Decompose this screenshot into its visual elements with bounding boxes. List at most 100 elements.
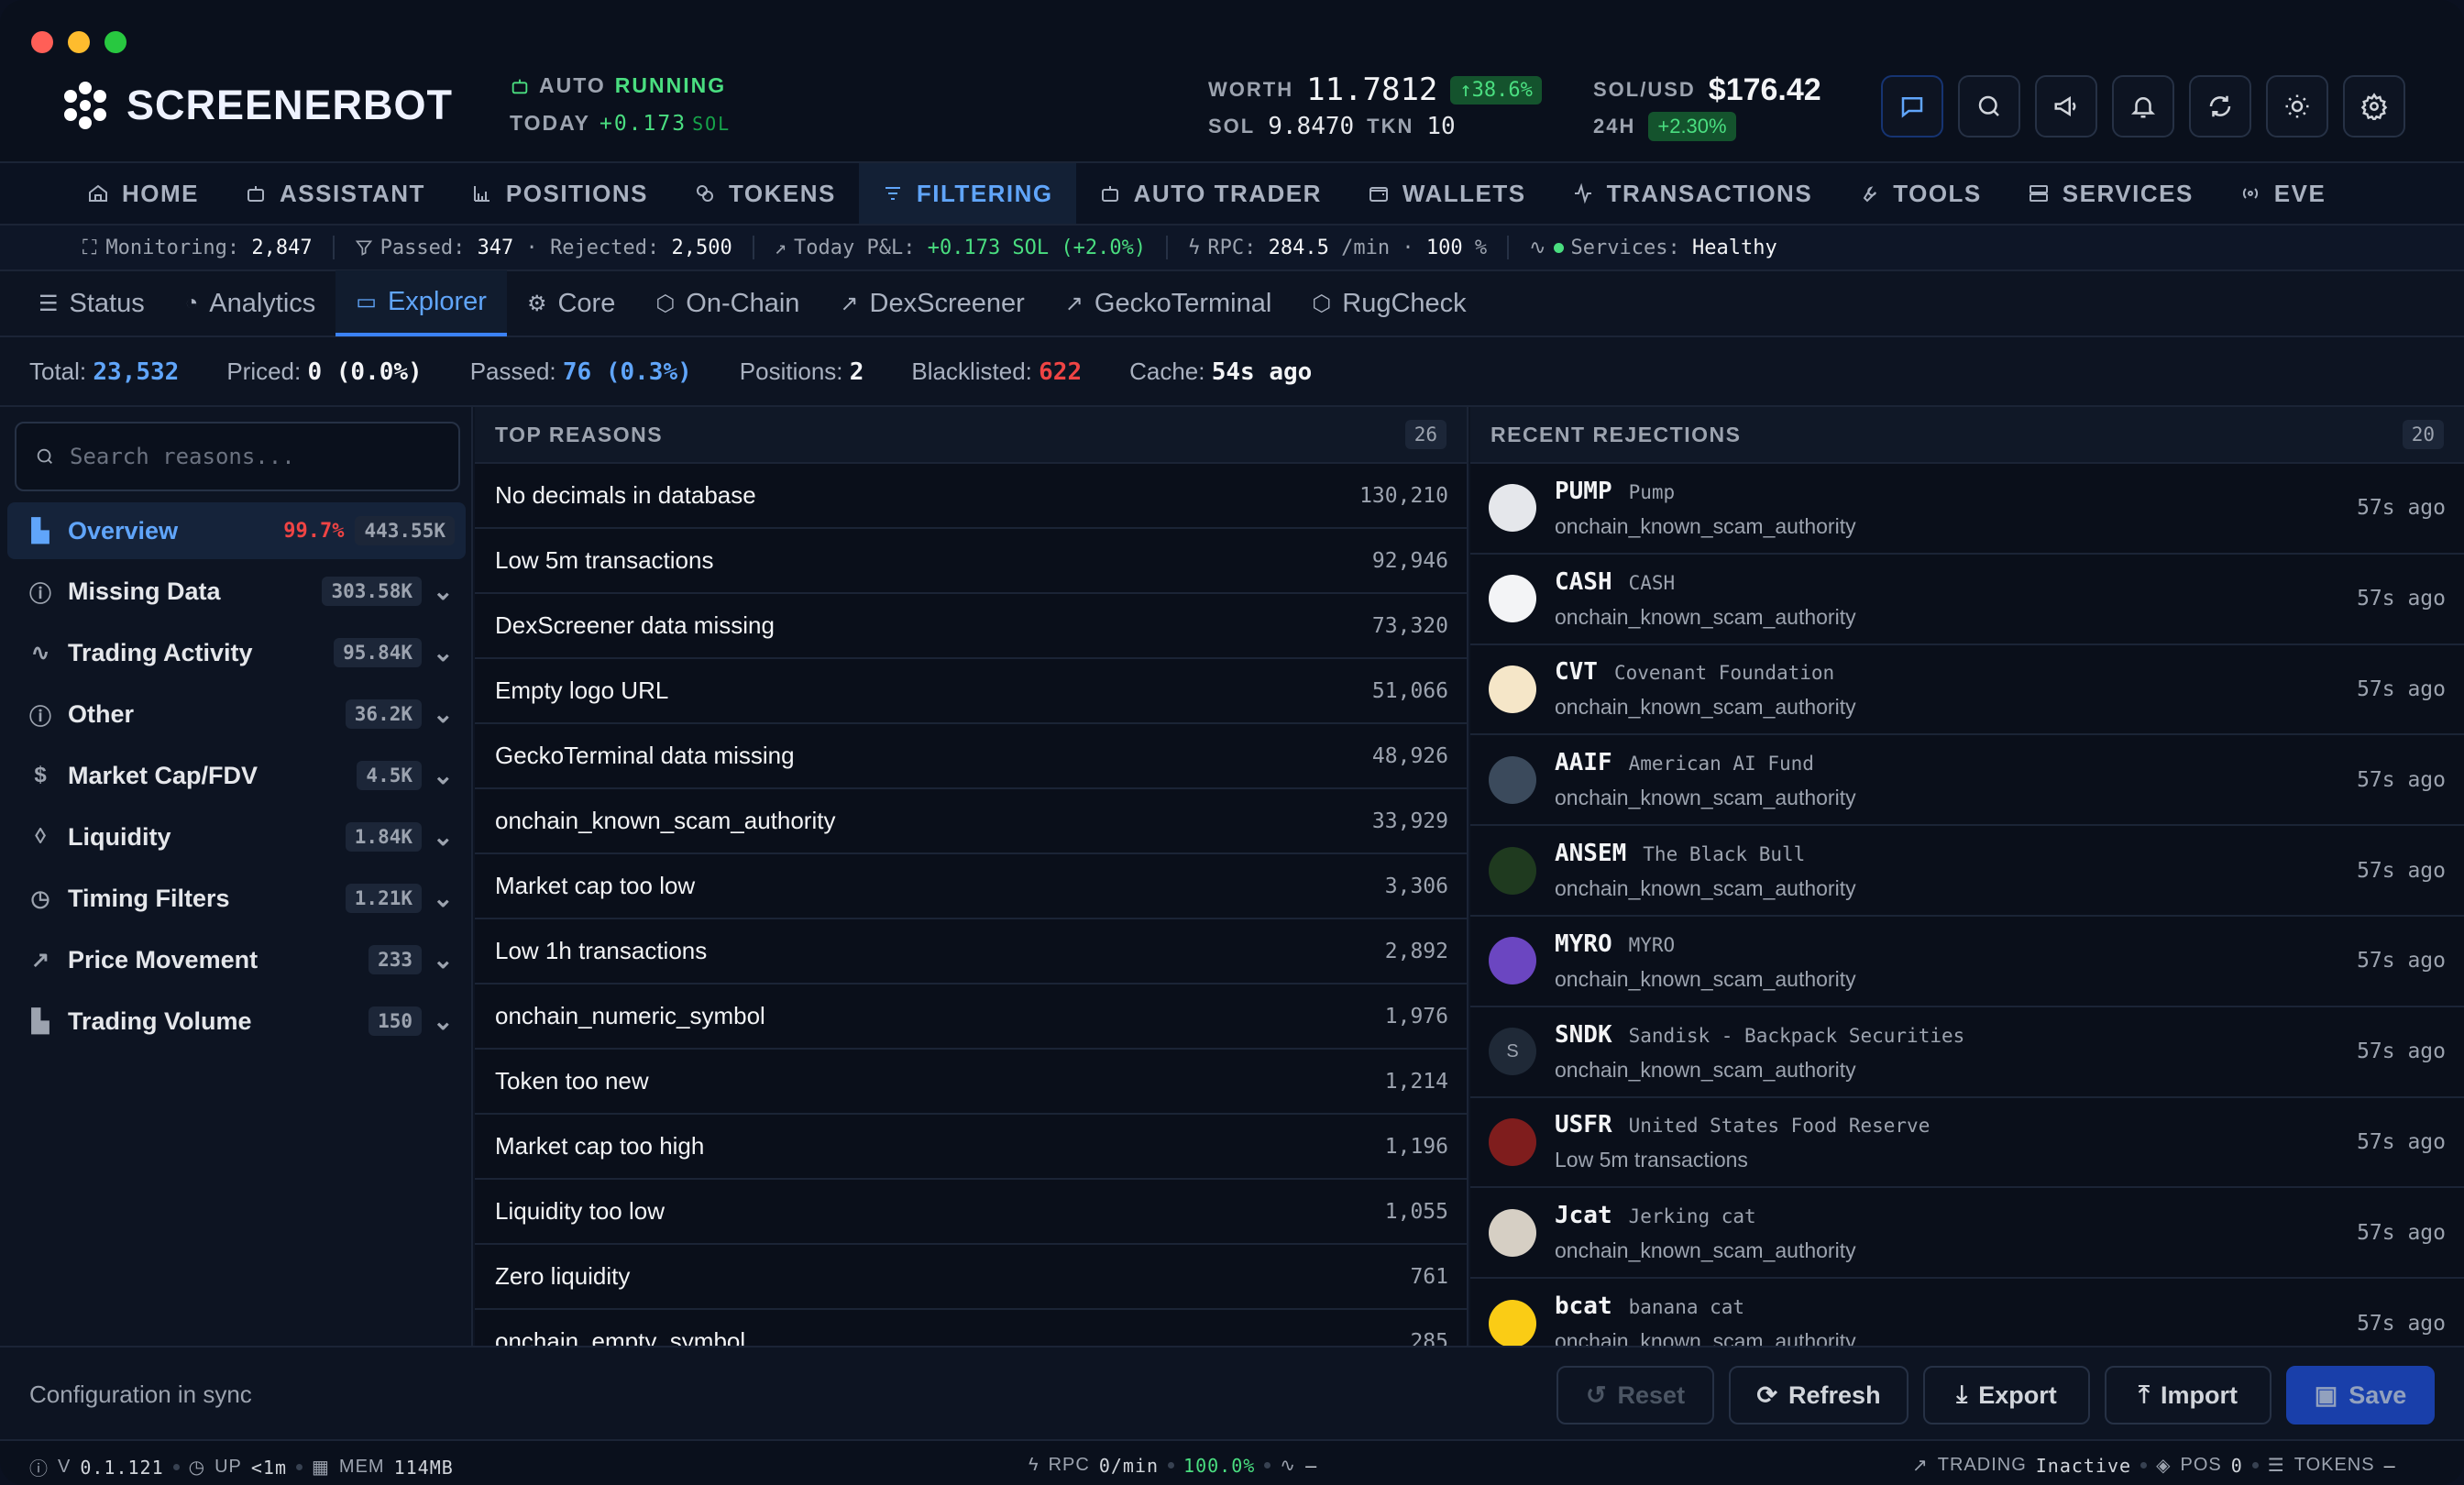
sidebar-item-other[interactable]: ⓘ Other 36.2K ⌄ (7, 686, 466, 742)
sidebar-item-overview[interactable]: ▙ Overview 99.7% 443.55K (7, 502, 466, 559)
close-window-button[interactable] (31, 31, 53, 53)
reason-name: onchain_numeric_symbol (495, 1002, 765, 1029)
subtab-geckoterminal[interactable]: ↗ GeckoTerminal (1045, 270, 1292, 336)
reason-count: 2,892 (1384, 939, 1448, 963)
assistant-button[interactable] (1881, 75, 1943, 138)
import-button[interactable]: ⤒ Import (2105, 1366, 2272, 1424)
nav-tab-eve[interactable]: EVE (2216, 163, 2349, 224)
theme-toggle-button[interactable] (2266, 75, 2328, 138)
refresh-config-button[interactable]: ⟳ Refresh (1729, 1366, 1908, 1424)
reason-count: 1,055 (1384, 1199, 1448, 1224)
table-row[interactable]: Empty logo URL 51,066 (475, 659, 1467, 724)
list-item[interactable]: S SNDK Sandisk - Backpack Securities onchai… (1470, 1006, 2464, 1098)
subtab-dexscreener[interactable]: ↗ DexScreener (820, 270, 1044, 336)
sidebar-item-trading-volume[interactable]: ▙ Trading Volume 150 ⌄ (7, 993, 466, 1050)
app-logo[interactable]: SCREENERBOT (60, 81, 453, 130)
subtab-core[interactable]: ⚙ Core (507, 270, 635, 336)
memory-icon: ▦ (312, 1458, 330, 1478)
subtab-explorer[interactable]: ▭ Explorer (336, 270, 507, 336)
table-row[interactable]: DexScreener data missing 73,320 (475, 594, 1467, 659)
nav-tab-wallets[interactable]: WALLETS (1345, 163, 1549, 224)
subtab-analytics[interactable]: ◔ Analytics (165, 270, 336, 336)
subtab-status[interactable]: ☰ Status (18, 270, 165, 336)
nav-tab-label: WALLETS (1402, 179, 1526, 207)
token-symbol: SNDK (1555, 1020, 1612, 1049)
nav-tab-tools[interactable]: TOOLS (1835, 163, 2005, 224)
tkn-value: 10 (1426, 113, 1456, 140)
reason-count: 761 (1410, 1264, 1448, 1289)
maximize-window-button[interactable] (104, 31, 126, 53)
panel-title: RECENT REJECTIONS (1490, 422, 1742, 446)
reason-search[interactable] (15, 422, 460, 491)
cache-label: Cache: (1129, 357, 1205, 385)
gear-icon: ⚙ (526, 291, 547, 316)
panel-count: 20 (2402, 420, 2444, 449)
minimize-window-button[interactable] (68, 31, 90, 53)
subtab-rugcheck[interactable]: ⬡ RugCheck (1292, 270, 1486, 336)
save-button[interactable]: ▣ Save (2286, 1366, 2435, 1424)
table-row[interactable]: Zero liquidity 761 (475, 1245, 1467, 1310)
table-row[interactable]: onchain_known_scam_authority 33,929 (475, 789, 1467, 854)
nav-tab-positions[interactable]: POSITIONS (448, 163, 671, 224)
list-item[interactable]: CVT Covenant Foundation onchain_known_scam… (1470, 644, 2464, 736)
sidebar-item-missing-data[interactable]: ⓘ Missing Data 303.58K ⌄ (7, 563, 466, 620)
table-row[interactable]: No decimals in database 130,210 (475, 464, 1467, 529)
sidebar-item-timing-filters[interactable]: ◷ Timing Filters 1.21K ⌄ (7, 870, 466, 927)
search-input[interactable] (70, 444, 436, 469)
rejection-reason: Low 5m transactions (1555, 1148, 1748, 1172)
list-item[interactable]: Jcat Jerking cat onchain_known_scam_author… (1470, 1188, 2464, 1280)
table-row[interactable]: onchain_numeric_symbol 1,976 (475, 984, 1467, 1050)
nav-tab-tokens[interactable]: TOKENS (671, 163, 859, 224)
reason-name: Empty logo URL (495, 676, 669, 704)
passed-value: 347 (477, 236, 514, 259)
table-row[interactable]: Market cap too low 3,306 (475, 854, 1467, 919)
sidebar-item-liquidity[interactable]: ◊ Liquidity 1.84K ⌄ (7, 808, 466, 865)
list-item[interactable]: AAIF American AI Fund onchain_known_scam_a… (1470, 735, 2464, 827)
nav-tab-filtering[interactable]: FILTERING (858, 163, 1076, 224)
table-row[interactable]: GeckoTerminal data missing 48,926 (475, 724, 1467, 789)
activity-icon: ∿ (30, 640, 50, 666)
rpc-label: RPC: (1207, 236, 1257, 259)
filter-icon (885, 187, 900, 200)
search-button[interactable] (1958, 75, 2020, 138)
table-row[interactable]: Low 1h transactions 2,892 (475, 919, 1467, 984)
export-button[interactable]: ⤓ Export (1923, 1366, 2090, 1424)
nav-tab-services[interactable]: SERVICES (2005, 163, 2216, 224)
trading-label: TRADING (1937, 1455, 2027, 1475)
reason-name: onchain_empty_symbol (495, 1327, 746, 1346)
list-item[interactable]: PUMP Pump onchain_known_scam_authority 57s … (1470, 464, 2464, 555)
table-row[interactable]: Liquidity too low 1,055 (475, 1180, 1467, 1245)
reason-count: 51,066 (1371, 678, 1448, 703)
nav-tab-transactions[interactable]: TRANSACTIONS (1549, 163, 1836, 224)
settings-button[interactable] (2343, 75, 2405, 138)
reset-button[interactable]: ↺ Reset (1556, 1366, 1714, 1424)
nav-tab-assistant[interactable]: ASSISTANT (222, 163, 448, 224)
coins-icon (697, 185, 713, 202)
table-row[interactable]: onchain_empty_symbol 285 (475, 1310, 1467, 1346)
list-item[interactable]: ANSEM The Black Bull onchain_known_scam_au… (1470, 826, 2464, 917)
table-row[interactable]: Low 5m transactions 92,946 (475, 529, 1467, 594)
auto-trader-status[interactable]: AUTO RUNNING TODAY +0.173 SOL (510, 73, 731, 136)
pnl-label: Today P&L: (794, 236, 916, 259)
list-item[interactable]: CASH CASH onchain_known_scam_authority 57s … (1470, 554, 2464, 645)
nav-tab-auto-trader[interactable]: AUTO TRADER (1076, 163, 1345, 224)
list-item[interactable]: bcat banana cat onchain_known_scam_authori… (1470, 1279, 2464, 1346)
refresh-label: Refresh (1788, 1380, 1881, 1409)
sidebar-item-label: Other (68, 699, 135, 728)
table-row[interactable]: Token too new 1,214 (475, 1050, 1467, 1115)
refresh-button[interactable] (2189, 75, 2251, 138)
sidebar-item-price-movement[interactable]: ↗ Price Movement 233 ⌄ (7, 931, 466, 988)
list-item[interactable]: USFR United States Food Reserve Low 5m tra… (1470, 1097, 2464, 1189)
list-item[interactable]: MYRO MYRO onchain_known_scam_authority 57s … (1470, 916, 2464, 1007)
trend-up-icon: ↗ (840, 291, 859, 316)
notifications-button[interactable] (2112, 75, 2174, 138)
rpc-percent: 100 (1425, 236, 1463, 259)
subtab-on-chain[interactable]: ⬡ On-Chain (635, 270, 820, 336)
sidebar-item-trading-activity[interactable]: ∿ Trading Activity 95.84K ⌄ (7, 624, 466, 681)
rejection-time: 57s ago (2357, 858, 2446, 883)
announcements-button[interactable] (2035, 75, 2097, 138)
version-label: V (58, 1457, 72, 1477)
sidebar-item-market-cap-fdv[interactable]: $ Market Cap/FDV 4.5K ⌄ (7, 747, 466, 804)
table-row[interactable]: Market cap too high 1,196 (475, 1115, 1467, 1180)
nav-tab-home[interactable]: HOME (64, 163, 222, 224)
